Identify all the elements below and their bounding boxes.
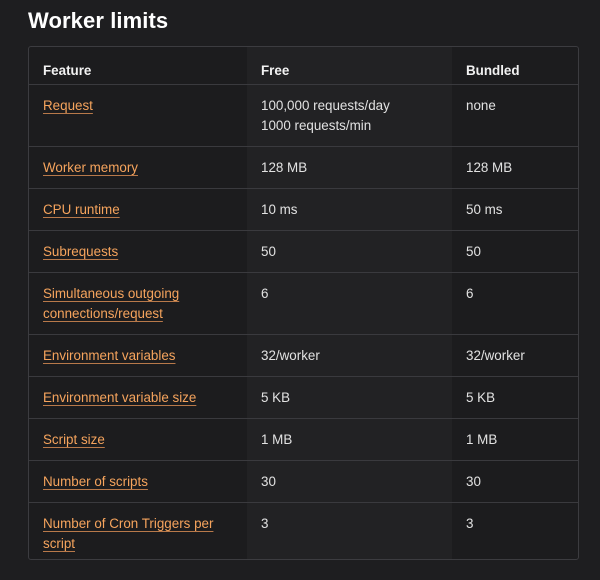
- bundled-cell: 50 ms: [452, 188, 578, 231]
- bundled-value: 5 KB: [466, 390, 496, 405]
- feature-link-simultaneous-connections[interactable]: Simultaneous outgoing connections/reques…: [43, 286, 179, 321]
- feature-link-cron-triggers[interactable]: Number of Cron Triggers per script: [43, 516, 213, 551]
- free-value: 3: [261, 516, 269, 531]
- feature-link-worker-memory[interactable]: Worker memory: [43, 160, 138, 175]
- bundled-value: 6: [466, 286, 474, 301]
- bundled-cell: 5 KB: [452, 376, 578, 419]
- free-cell: 128 MB: [247, 146, 452, 189]
- table-row: Subrequests 50 50: [29, 230, 578, 273]
- feature-cell: Number of scripts: [29, 460, 247, 503]
- bundled-cell: 6: [452, 272, 578, 335]
- free-cell: 32/worker: [247, 334, 452, 377]
- feature-cell: Script size: [29, 418, 247, 461]
- feature-link-environment-variable-size[interactable]: Environment variable size: [43, 390, 196, 405]
- header-feature: Feature: [29, 47, 247, 85]
- free-value: 1 MB: [261, 432, 293, 447]
- table-row: Simultaneous outgoing connections/reques…: [29, 272, 578, 335]
- free-cell: 1 MB: [247, 418, 452, 461]
- table-row: Number of Cron Triggers per script 3 3: [29, 502, 578, 560]
- free-cell: 50: [247, 230, 452, 273]
- free-value: 50: [261, 244, 276, 259]
- free-value: 6: [261, 286, 269, 301]
- free-value: 1000 requests/min: [261, 118, 372, 133]
- table-header-row: Feature Free Bundled: [29, 47, 578, 85]
- feature-link-number-of-scripts[interactable]: Number of scripts: [43, 474, 148, 489]
- free-value: 32/worker: [261, 348, 320, 363]
- free-cell: 5 KB: [247, 376, 452, 419]
- feature-link-request[interactable]: Request: [43, 98, 93, 113]
- free-value: 100,000 requests/day: [261, 98, 390, 113]
- bundled-value: 1 MB: [466, 432, 498, 447]
- free-value: 10 ms: [261, 202, 298, 217]
- feature-cell: Simultaneous outgoing connections/reques…: [29, 272, 247, 335]
- bundled-cell: 50: [452, 230, 578, 273]
- bundled-value: 3: [466, 516, 474, 531]
- bundled-value: 32/worker: [466, 348, 525, 363]
- feature-cell: Environment variable size: [29, 376, 247, 419]
- bundled-value: 50: [466, 244, 481, 259]
- free-value: 5 KB: [261, 390, 291, 405]
- limits-table-container: Feature Free Bundled Request 100,000 req…: [28, 46, 579, 560]
- table-row: Script size 1 MB 1 MB: [29, 418, 578, 461]
- feature-link-cpu-runtime[interactable]: CPU runtime: [43, 202, 120, 217]
- bundled-value: none: [466, 98, 496, 113]
- free-value: 30: [261, 474, 276, 489]
- free-cell: 6: [247, 272, 452, 335]
- feature-cell: Number of Cron Triggers per script: [29, 503, 247, 560]
- feature-link-environment-variables[interactable]: Environment variables: [43, 348, 175, 363]
- limits-table: Feature Free Bundled Request 100,000 req…: [29, 47, 578, 560]
- bundled-value: 50 ms: [466, 202, 503, 217]
- bundled-cell: 32/worker: [452, 334, 578, 377]
- free-cell: 10 ms: [247, 188, 452, 231]
- free-value: 128 MB: [261, 160, 308, 175]
- table-row: Worker memory 128 MB 128 MB: [29, 146, 578, 189]
- header-bundled: Bundled: [452, 47, 578, 85]
- bundled-cell: none: [452, 84, 578, 147]
- feature-link-subrequests[interactable]: Subrequests: [43, 244, 118, 259]
- bundled-cell: 128 MB: [452, 146, 578, 189]
- bundled-value: 30: [466, 474, 481, 489]
- feature-cell: Request: [29, 84, 247, 147]
- free-cell: 3: [247, 502, 452, 559]
- feature-cell: Worker memory: [29, 146, 247, 189]
- table-row: CPU runtime 10 ms 50 ms: [29, 188, 578, 231]
- bundled-cell: 3: [452, 503, 578, 560]
- bundled-value: 128 MB: [466, 160, 513, 175]
- feature-cell: Subrequests: [29, 230, 247, 273]
- free-cell: 100,000 requests/day 1000 requests/min: [247, 84, 452, 147]
- feature-cell: Environment variables: [29, 334, 247, 377]
- feature-link-script-size[interactable]: Script size: [43, 432, 105, 447]
- free-cell: 30: [247, 460, 452, 503]
- feature-cell: CPU runtime: [29, 188, 247, 231]
- table-row: Environment variables 32/worker 32/worke…: [29, 334, 578, 377]
- table-row: Number of scripts 30 30: [29, 460, 578, 503]
- bundled-cell: 30: [452, 460, 578, 503]
- page-title: Worker limits: [28, 8, 169, 33]
- bundled-cell: 1 MB: [452, 418, 578, 461]
- table-row: Request 100,000 requests/day 1000 reques…: [29, 84, 578, 147]
- table-row: Environment variable size 5 KB 5 KB: [29, 376, 578, 419]
- header-free: Free: [247, 47, 452, 85]
